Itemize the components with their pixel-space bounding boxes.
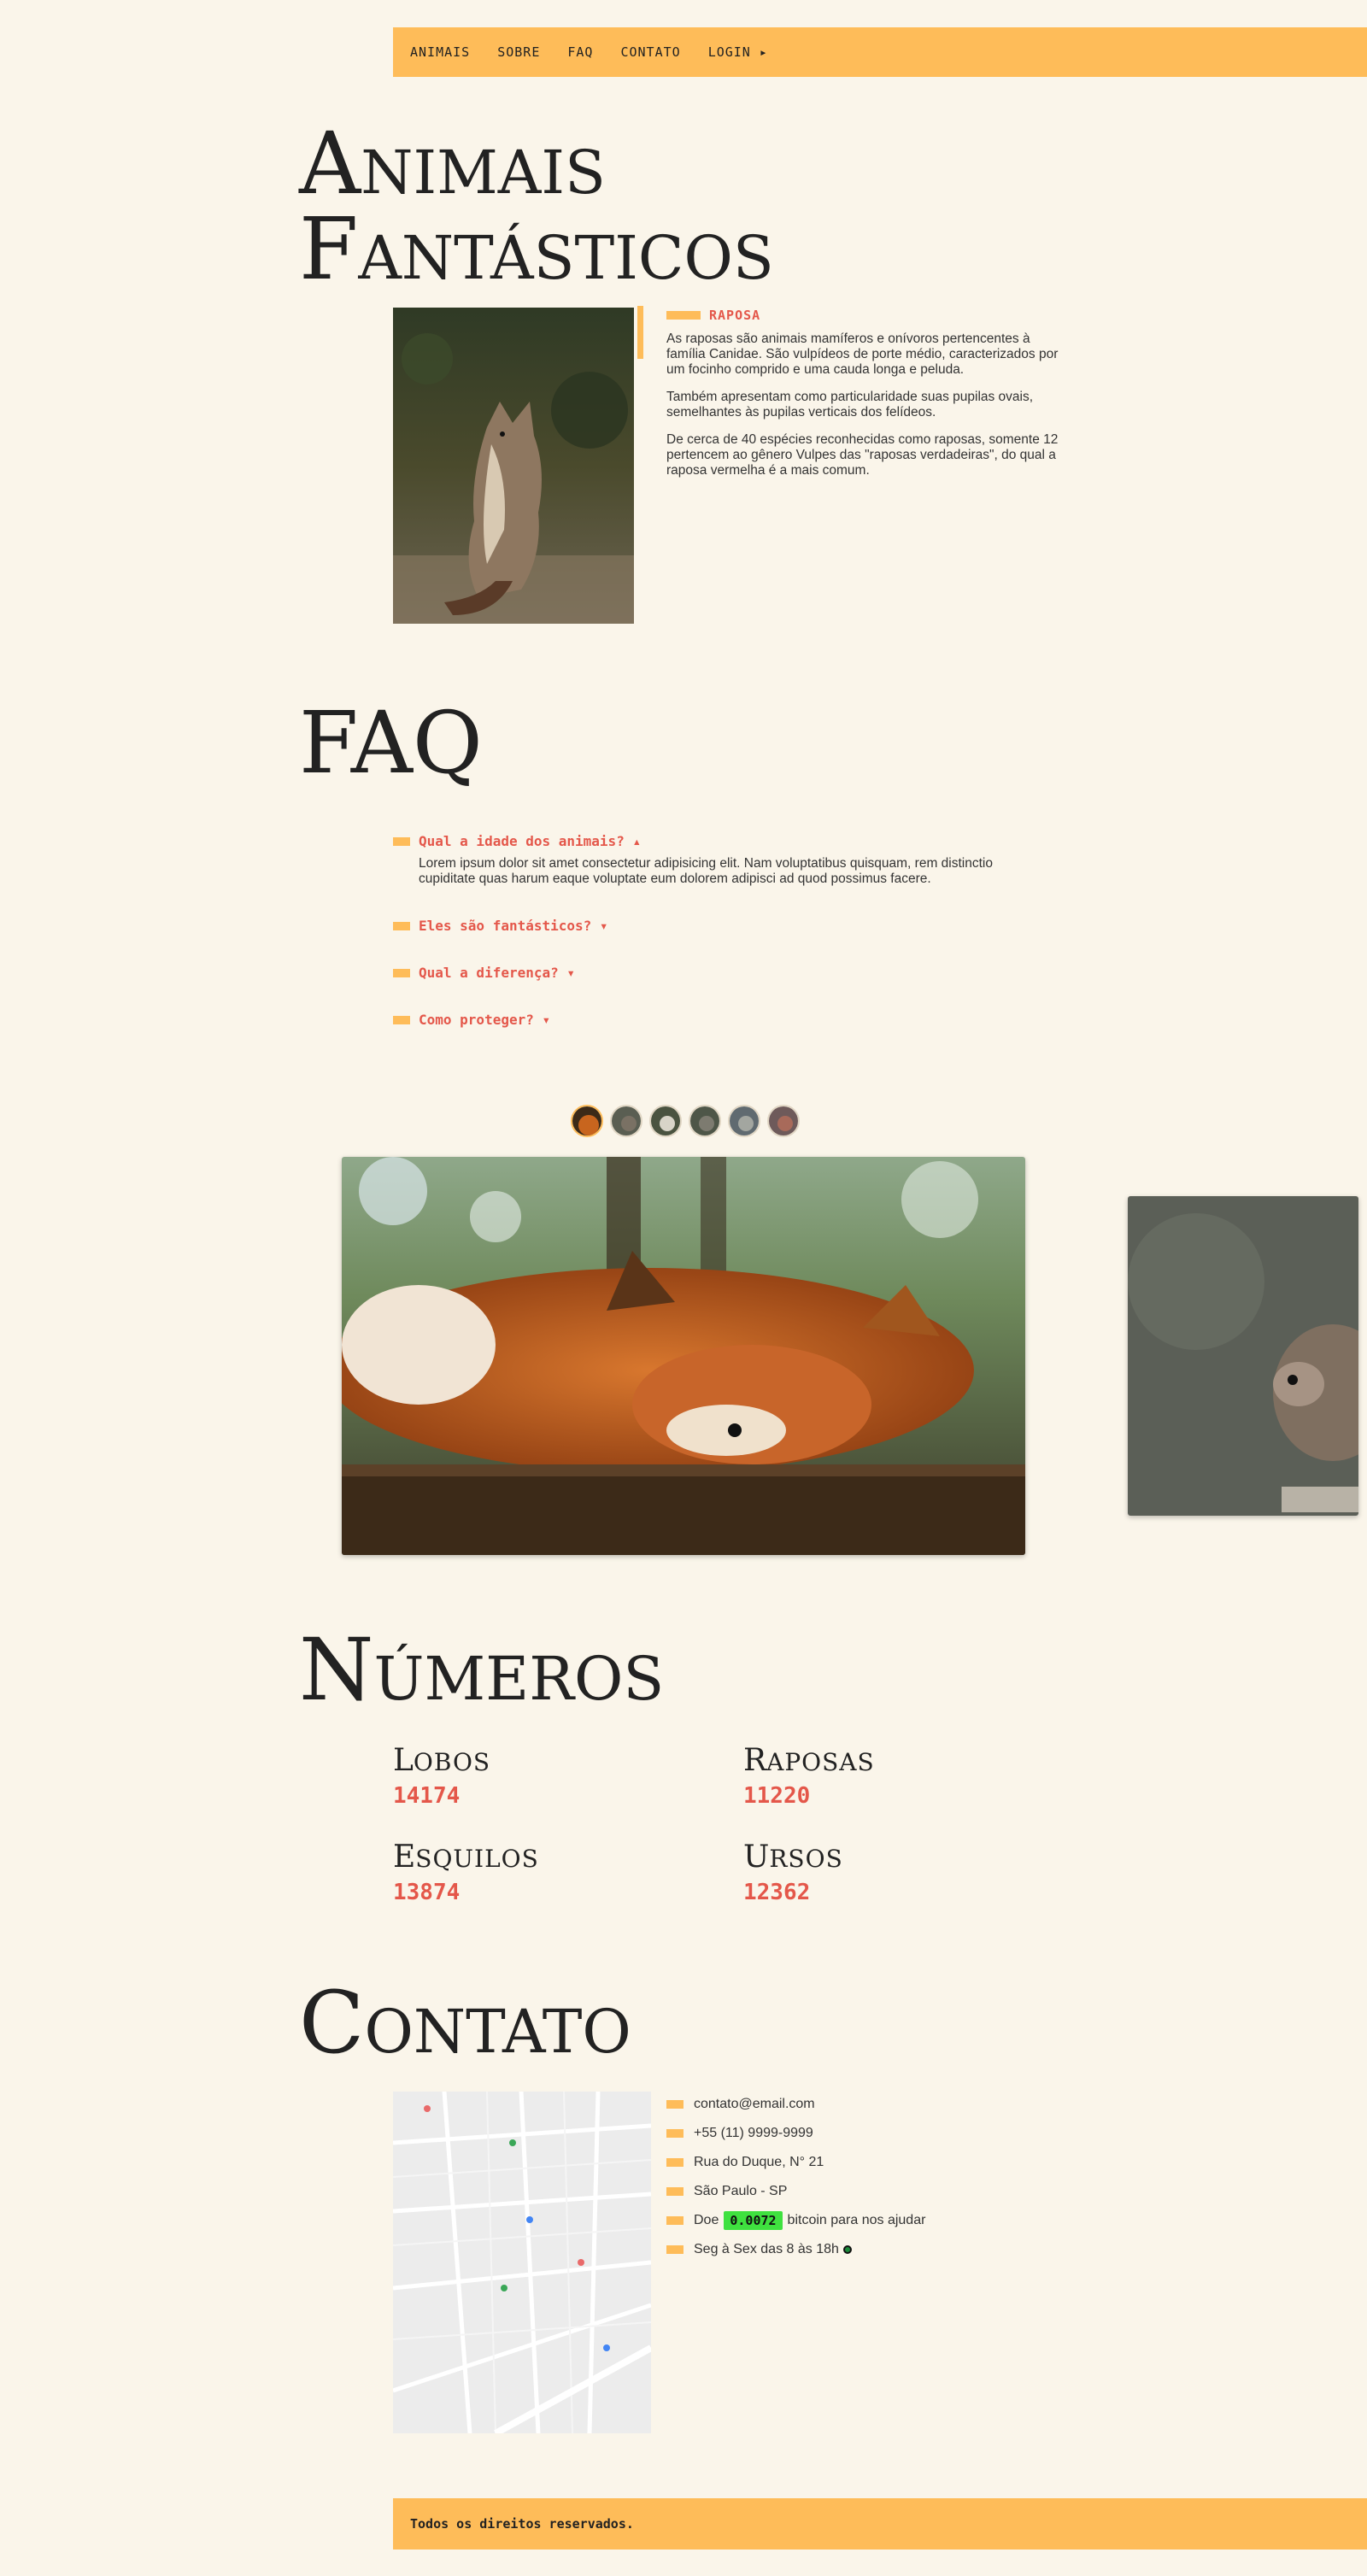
faq-title: FAQ xyxy=(299,693,483,793)
stat-ursos: URSOS 12362 xyxy=(743,1840,1017,1905)
raposa-photo xyxy=(393,308,634,624)
nav-faq[interactable]: FAQ xyxy=(567,44,593,60)
faq-question[interactable]: Eles são fantásticos? ▾ xyxy=(393,918,1042,934)
contact-address: Rua do Duque, N° 21 xyxy=(666,2148,925,2177)
stat-label-initial: U xyxy=(743,1840,770,1875)
animal-paragraph: As raposas são animais mamíferos e onívo… xyxy=(666,332,1059,377)
animal-name: RAPOSA xyxy=(709,308,761,323)
main-navbar: ANIMAIS SOBRE FAQ CONTATO LOGIN ▸ xyxy=(393,27,1367,77)
nav-sobre[interactable]: SOBRE xyxy=(497,44,540,60)
faq-item: Qual a diferença? ▾ xyxy=(393,965,1042,981)
carousel-slide-next[interactable] xyxy=(1128,1196,1358,1516)
dash-marker xyxy=(666,2216,684,2225)
nav-contato[interactable]: CONTATO xyxy=(620,44,680,60)
stat-label-rest: SQUILOS xyxy=(415,1845,539,1873)
contact-donate: Doe 0.0072 bitcoin para nos ajudar xyxy=(666,2206,925,2235)
faq-item: Como proteger? ▾ xyxy=(393,1012,1042,1028)
dash-marker xyxy=(393,836,410,846)
stat-value: 14174 xyxy=(393,1783,461,1809)
faq-question-text[interactable]: Qual a diferença? ▾ xyxy=(419,965,575,981)
stat-label: ESQUILOS xyxy=(393,1840,666,1875)
footer: Todos os direitos reservados. xyxy=(393,2498,1367,2550)
stat-raposas: RAPOSAS 11220 xyxy=(743,1743,1017,1809)
contact-hours: Seg à Sex das 8 às 18h xyxy=(666,2235,925,2264)
dash-marker xyxy=(393,1015,410,1024)
contact-email-text[interactable]: contato@email.com xyxy=(694,2097,815,2112)
thumbnail-animal-3[interactable] xyxy=(649,1105,682,1137)
online-status-icon xyxy=(842,2245,852,2254)
dash-marker xyxy=(666,311,701,320)
dash-marker xyxy=(393,968,410,977)
stat-label: URSOS xyxy=(743,1840,1017,1875)
map-image[interactable] xyxy=(393,2092,651,2433)
dash-marker xyxy=(666,2245,684,2254)
footer-text: Todos os direitos reservados. xyxy=(410,2516,634,2532)
stat-label-initial: E xyxy=(393,1840,416,1875)
thumbnail-animal-5[interactable] xyxy=(728,1105,760,1137)
contact-email: contato@email.com xyxy=(666,2090,925,2119)
faq-question-text[interactable]: Eles são fantásticos? ▾ xyxy=(419,918,608,934)
faq-item: Qual a idade dos animais? ▴ Lorem ipsum … xyxy=(393,833,1042,887)
stat-label-rest: OBOS xyxy=(413,1748,491,1776)
carousel-slide-main[interactable] xyxy=(342,1157,1025,1555)
animal-description: RAPOSA As raposas são animais mamíferos … xyxy=(666,308,1059,490)
faq-list: Qual a idade dos animais? ▴ Lorem ipsum … xyxy=(393,833,1042,1055)
stat-value: 12362 xyxy=(743,1880,811,1905)
bitcoin-amount-badge: 0.0072 xyxy=(724,2211,783,2230)
contact-list: contato@email.com +55 (11) 9999-9999 Rua… xyxy=(666,2090,925,2264)
faq-question-text[interactable]: Qual a idade dos animais? ▴ xyxy=(419,833,641,849)
stat-label-initial: L xyxy=(393,1743,414,1778)
dash-marker xyxy=(666,2187,684,2196)
thumbnail-animal-4[interactable] xyxy=(689,1105,721,1137)
dash-marker xyxy=(666,2158,684,2167)
contact-phone-text[interactable]: +55 (11) 9999-9999 xyxy=(694,2126,813,2141)
donate-suffix: bitcoin para nos ajudar xyxy=(787,2213,926,2227)
accent-bar xyxy=(637,306,643,359)
thumbnail-animal-6[interactable] xyxy=(767,1105,800,1137)
stat-label: LOBOS xyxy=(393,1743,666,1778)
numbers-title: Números xyxy=(299,1620,665,1720)
donate-prefix: Doe xyxy=(694,2213,719,2227)
stat-label: RAPOSAS xyxy=(743,1743,1017,1778)
contact-phone: +55 (11) 9999-9999 xyxy=(666,2119,925,2148)
animal-name-heading: RAPOSA xyxy=(666,308,1059,323)
stat-label-initial: R xyxy=(743,1743,767,1778)
faq-question-text[interactable]: Como proteger? ▾ xyxy=(419,1012,550,1028)
nav-login[interactable]: LOGIN ▸ xyxy=(708,44,768,60)
contact-city: São Paulo - SP xyxy=(666,2177,925,2206)
faq-question[interactable]: Qual a idade dos animais? ▴ xyxy=(393,833,1042,849)
faq-question[interactable]: Qual a diferença? ▾ xyxy=(393,965,1042,981)
dash-marker xyxy=(666,2100,684,2109)
contact-hours-text: Seg à Sex das 8 às 18h xyxy=(694,2242,839,2256)
animals-title-line2: Fantásticos xyxy=(299,199,774,299)
stat-label-rest: RSOS xyxy=(769,1845,843,1873)
contact-title: Contato xyxy=(299,1973,631,2073)
contact-address-text: Rua do Duque, N° 21 xyxy=(694,2155,824,2169)
animal-paragraph: De cerca de 40 espécies reconhecidas com… xyxy=(666,432,1059,478)
nav-animais[interactable]: ANIMAIS xyxy=(410,44,470,60)
contact-city-text: São Paulo - SP xyxy=(694,2184,788,2198)
stat-value: 11220 xyxy=(743,1783,811,1809)
stat-esquilos: ESQUILOS 13874 xyxy=(393,1840,666,1905)
faq-answer: Lorem ipsum dolor sit amet consectetur a… xyxy=(419,856,993,886)
dash-marker xyxy=(393,921,410,930)
carousel-thumbnails xyxy=(571,1105,800,1137)
thumbnail-raposa[interactable] xyxy=(571,1105,603,1137)
animal-paragraph: Também apresentam como particularidade s… xyxy=(666,390,1034,420)
animals-title-line1: Animais xyxy=(299,114,606,214)
stat-value: 13874 xyxy=(393,1880,461,1905)
stat-label-rest: APOSAS xyxy=(766,1748,875,1776)
animals-title: Animais Fantásticos xyxy=(299,121,774,292)
faq-item: Eles são fantásticos? ▾ xyxy=(393,918,1042,934)
faq-question[interactable]: Como proteger? ▾ xyxy=(393,1012,1042,1028)
thumbnail-esquilo[interactable] xyxy=(610,1105,642,1137)
dash-marker xyxy=(666,2129,684,2138)
stat-lobos: LOBOS 14174 xyxy=(393,1743,666,1809)
